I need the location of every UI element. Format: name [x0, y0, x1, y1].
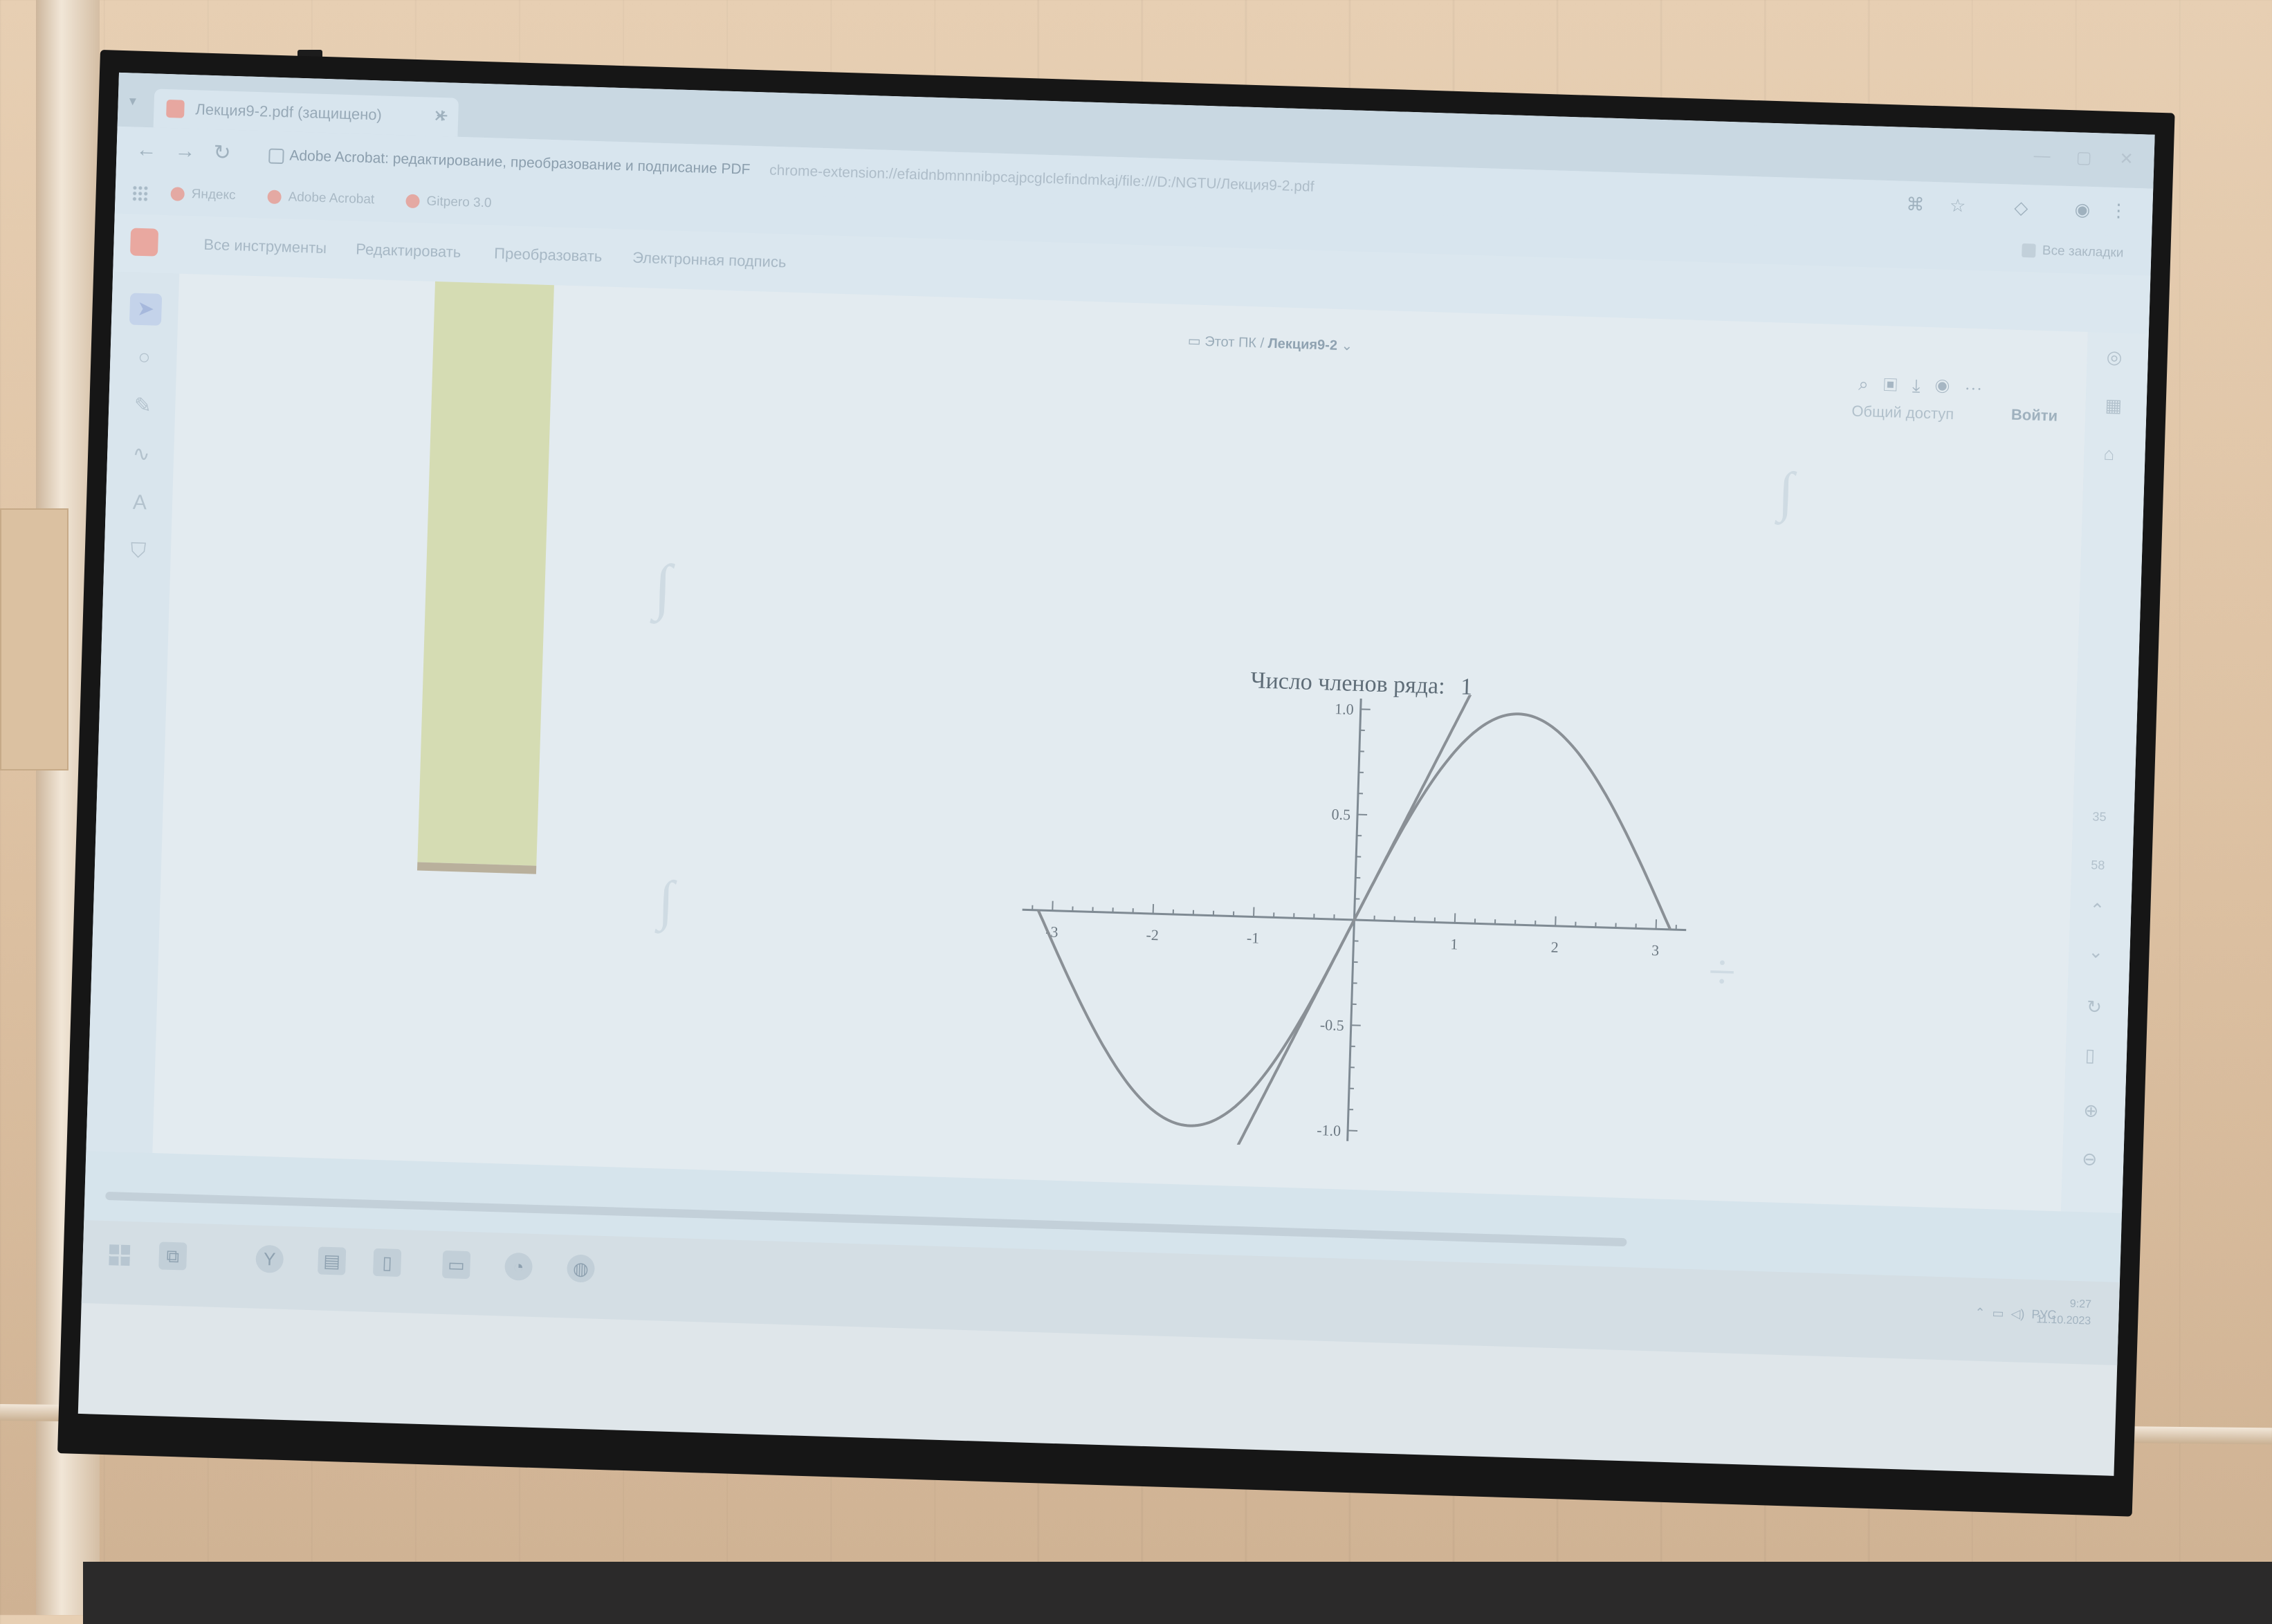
- more-icon[interactable]: ⋯: [1964, 377, 1983, 398]
- highlight-rectangle: [417, 282, 554, 866]
- chrome-icon[interactable]: ◍: [567, 1254, 595, 1282]
- page-view-icon[interactable]: ▣: [1883, 374, 1898, 396]
- clock-date: 11.10.2023: [2036, 1311, 2091, 1329]
- site-info-icon[interactable]: [268, 149, 284, 165]
- menu-all-tools[interactable]: Все инструменты: [203, 236, 327, 257]
- rotate-icon[interactable]: ↻: [2087, 996, 2102, 1018]
- zoom-out-icon[interactable]: ⊖: [2082, 1148, 2098, 1170]
- volume-icon[interactable]: ◁): [2010, 1307, 2024, 1321]
- close-window-icon[interactable]: ✕: [2119, 149, 2134, 169]
- lock-icon[interactable]: ⌂: [2103, 443, 2115, 465]
- minimize-icon[interactable]: —: [2033, 146, 2051, 166]
- yandex-browser-icon[interactable]: Y: [255, 1245, 284, 1273]
- x-tick-label: 2: [1550, 939, 1559, 956]
- bookmark-adobe[interactable]: Adobe Acrobat: [267, 189, 374, 207]
- windows-start-icon[interactable]: [109, 1244, 130, 1266]
- maximize-icon[interactable]: ▢: [2076, 147, 2092, 168]
- app-icon[interactable]: ◔: [504, 1253, 533, 1281]
- acrobat-logo-icon[interactable]: [130, 228, 158, 256]
- menu-e-sign[interactable]: Электронная подпись: [632, 249, 787, 272]
- x-tick-label: 3: [1651, 941, 1660, 959]
- projection-screen: ▾ Лекция9-2.pdf (защищено) ✕ + — ▢ ✕ ← →…: [57, 50, 2175, 1517]
- y-tick-label: -1.0: [1317, 1121, 1341, 1139]
- star-icon[interactable]: ☆: [1950, 195, 1966, 217]
- forward-arrow-icon[interactable]: →: [174, 139, 196, 163]
- tab-title: Лекция9-2.pdf (защищено): [195, 100, 382, 123]
- ghost-integral: ∫: [657, 869, 675, 933]
- apps-grid-icon[interactable]: [131, 185, 149, 202]
- page-number: 35: [2092, 809, 2107, 824]
- file-explorer-icon[interactable]: ▭: [442, 1251, 470, 1279]
- ghost-fraction: ÷: [1707, 943, 1737, 1002]
- comment-icon[interactable]: ○: [128, 341, 161, 373]
- pen-icon[interactable]: ✎: [127, 389, 159, 422]
- translate-icon[interactable]: ⌘: [1906, 194, 1925, 216]
- stamp-icon[interactable]: ⛉: [122, 535, 154, 567]
- x-tick-label: -1: [1247, 929, 1260, 947]
- document-icon[interactable]: ▯: [373, 1248, 401, 1277]
- breadcrumb-location[interactable]: Этот ПК: [1204, 334, 1256, 351]
- tab-search-icon[interactable]: ▾: [129, 92, 136, 109]
- bookmark-icon: [405, 194, 420, 209]
- yandex-icon: [170, 187, 185, 201]
- chevron-up-icon[interactable]: ⌃: [2089, 899, 2105, 921]
- breadcrumb: ▭ Этот ПК / Лекция9-2 ⌄: [1188, 332, 1353, 354]
- new-tab-button[interactable]: +: [436, 104, 449, 129]
- download-icon[interactable]: ⤓: [1912, 375, 1921, 396]
- monitor-icon: ▭: [1188, 333, 1205, 349]
- plot-canvas: -3-2-11231.00.5-0.5-1.0: [1002, 681, 1707, 1159]
- ai-assistant-icon[interactable]: ◉: [1935, 376, 1950, 397]
- page-title: Adobe Acrobat: редактирование, преобразо…: [289, 147, 751, 177]
- y-tick-label: 0.5: [1331, 805, 1350, 823]
- zoom-in-icon[interactable]: ⊕: [2083, 1100, 2099, 1122]
- sign-in-button[interactable]: Войти: [2011, 406, 2058, 425]
- y-tick-label: 1.0: [1335, 700, 1354, 718]
- url-text: chrome-extension://efaidnbmnnnibpcajpcgl…: [769, 163, 1314, 195]
- folder-icon: [2022, 243, 2036, 258]
- chevron-down-icon[interactable]: ⌄: [2088, 941, 2104, 963]
- files-icon[interactable]: ▤: [318, 1246, 346, 1275]
- menu-edit[interactable]: Редактировать: [356, 240, 461, 261]
- series-taylor-approximation: [1220, 681, 1488, 1159]
- projected-display: ▾ Лекция9-2.pdf (защищено) ✕ + — ▢ ✕ ← →…: [78, 73, 2155, 1476]
- file-icon[interactable]: ▯: [2085, 1044, 2095, 1066]
- all-bookmarks[interactable]: Все закладки: [2022, 243, 2124, 261]
- clock[interactable]: 9:27 11.10.2023: [2036, 1295, 2091, 1329]
- chevron-up-icon[interactable]: ⌃: [1975, 1306, 1986, 1320]
- pdf-viewer: ▭ Этот ПК / Лекция9-2 ⌄ ⌕ ▣ ⤓ ◉ ⋯ Общий …: [152, 274, 2088, 1212]
- reload-icon[interactable]: ↻: [213, 140, 231, 165]
- x-tick-label: 1: [1450, 935, 1458, 952]
- chevron-down-icon[interactable]: ⌄: [1341, 338, 1353, 354]
- menu-kebab-icon[interactable]: ⋮: [2109, 200, 2128, 222]
- page-count: 58: [2091, 858, 2105, 873]
- document-tools: ⌕ ▣ ⤓ ◉ ⋯: [1858, 373, 1983, 399]
- browser-window: ▾ Лекция9-2.pdf (защищено) ✕ + — ▢ ✕ ← →…: [82, 73, 2155, 1345]
- menu-convert[interactable]: Преобразовать: [494, 245, 603, 266]
- draw-icon[interactable]: ∿: [125, 438, 157, 470]
- network-icon[interactable]: ▭: [1992, 1306, 2004, 1320]
- taylor-series-plot: Число членов ряда: 1 -3-2-11231.00.5-0.5…: [1001, 661, 1707, 1165]
- ghost-integral: ∫: [1777, 461, 1795, 524]
- search-icon[interactable]: ⌕: [1858, 373, 1869, 394]
- profile-icon[interactable]: ◉: [2074, 199, 2091, 221]
- y-tick-label: -0.5: [1320, 1016, 1345, 1034]
- bookmark-yandex[interactable]: Яндекс: [170, 186, 236, 203]
- pdf-icon: [166, 100, 185, 118]
- text-icon[interactable]: A: [123, 486, 156, 519]
- ai-chat-icon[interactable]: ◎: [2106, 347, 2123, 369]
- share-button[interactable]: Общий доступ: [1851, 403, 1954, 424]
- grid-icon[interactable]: ▦: [2105, 395, 2123, 417]
- clock-time: 9:27: [2037, 1295, 2092, 1313]
- bookmark-gitpero[interactable]: Gitpero 3.0: [405, 194, 492, 212]
- breadcrumb-file[interactable]: Лекция9-2: [1267, 336, 1337, 353]
- wall-notice-board: [0, 508, 68, 771]
- extensions-icon[interactable]: ◇: [2014, 197, 2028, 219]
- globe-icon: [267, 190, 282, 204]
- back-arrow-icon[interactable]: ←: [136, 138, 157, 163]
- ghost-integral: ∫: [653, 551, 672, 623]
- x-tick-label: -2: [1146, 926, 1159, 944]
- select-cursor-icon[interactable]: ➤: [129, 293, 162, 325]
- task-view-icon[interactable]: ⧉: [158, 1242, 187, 1270]
